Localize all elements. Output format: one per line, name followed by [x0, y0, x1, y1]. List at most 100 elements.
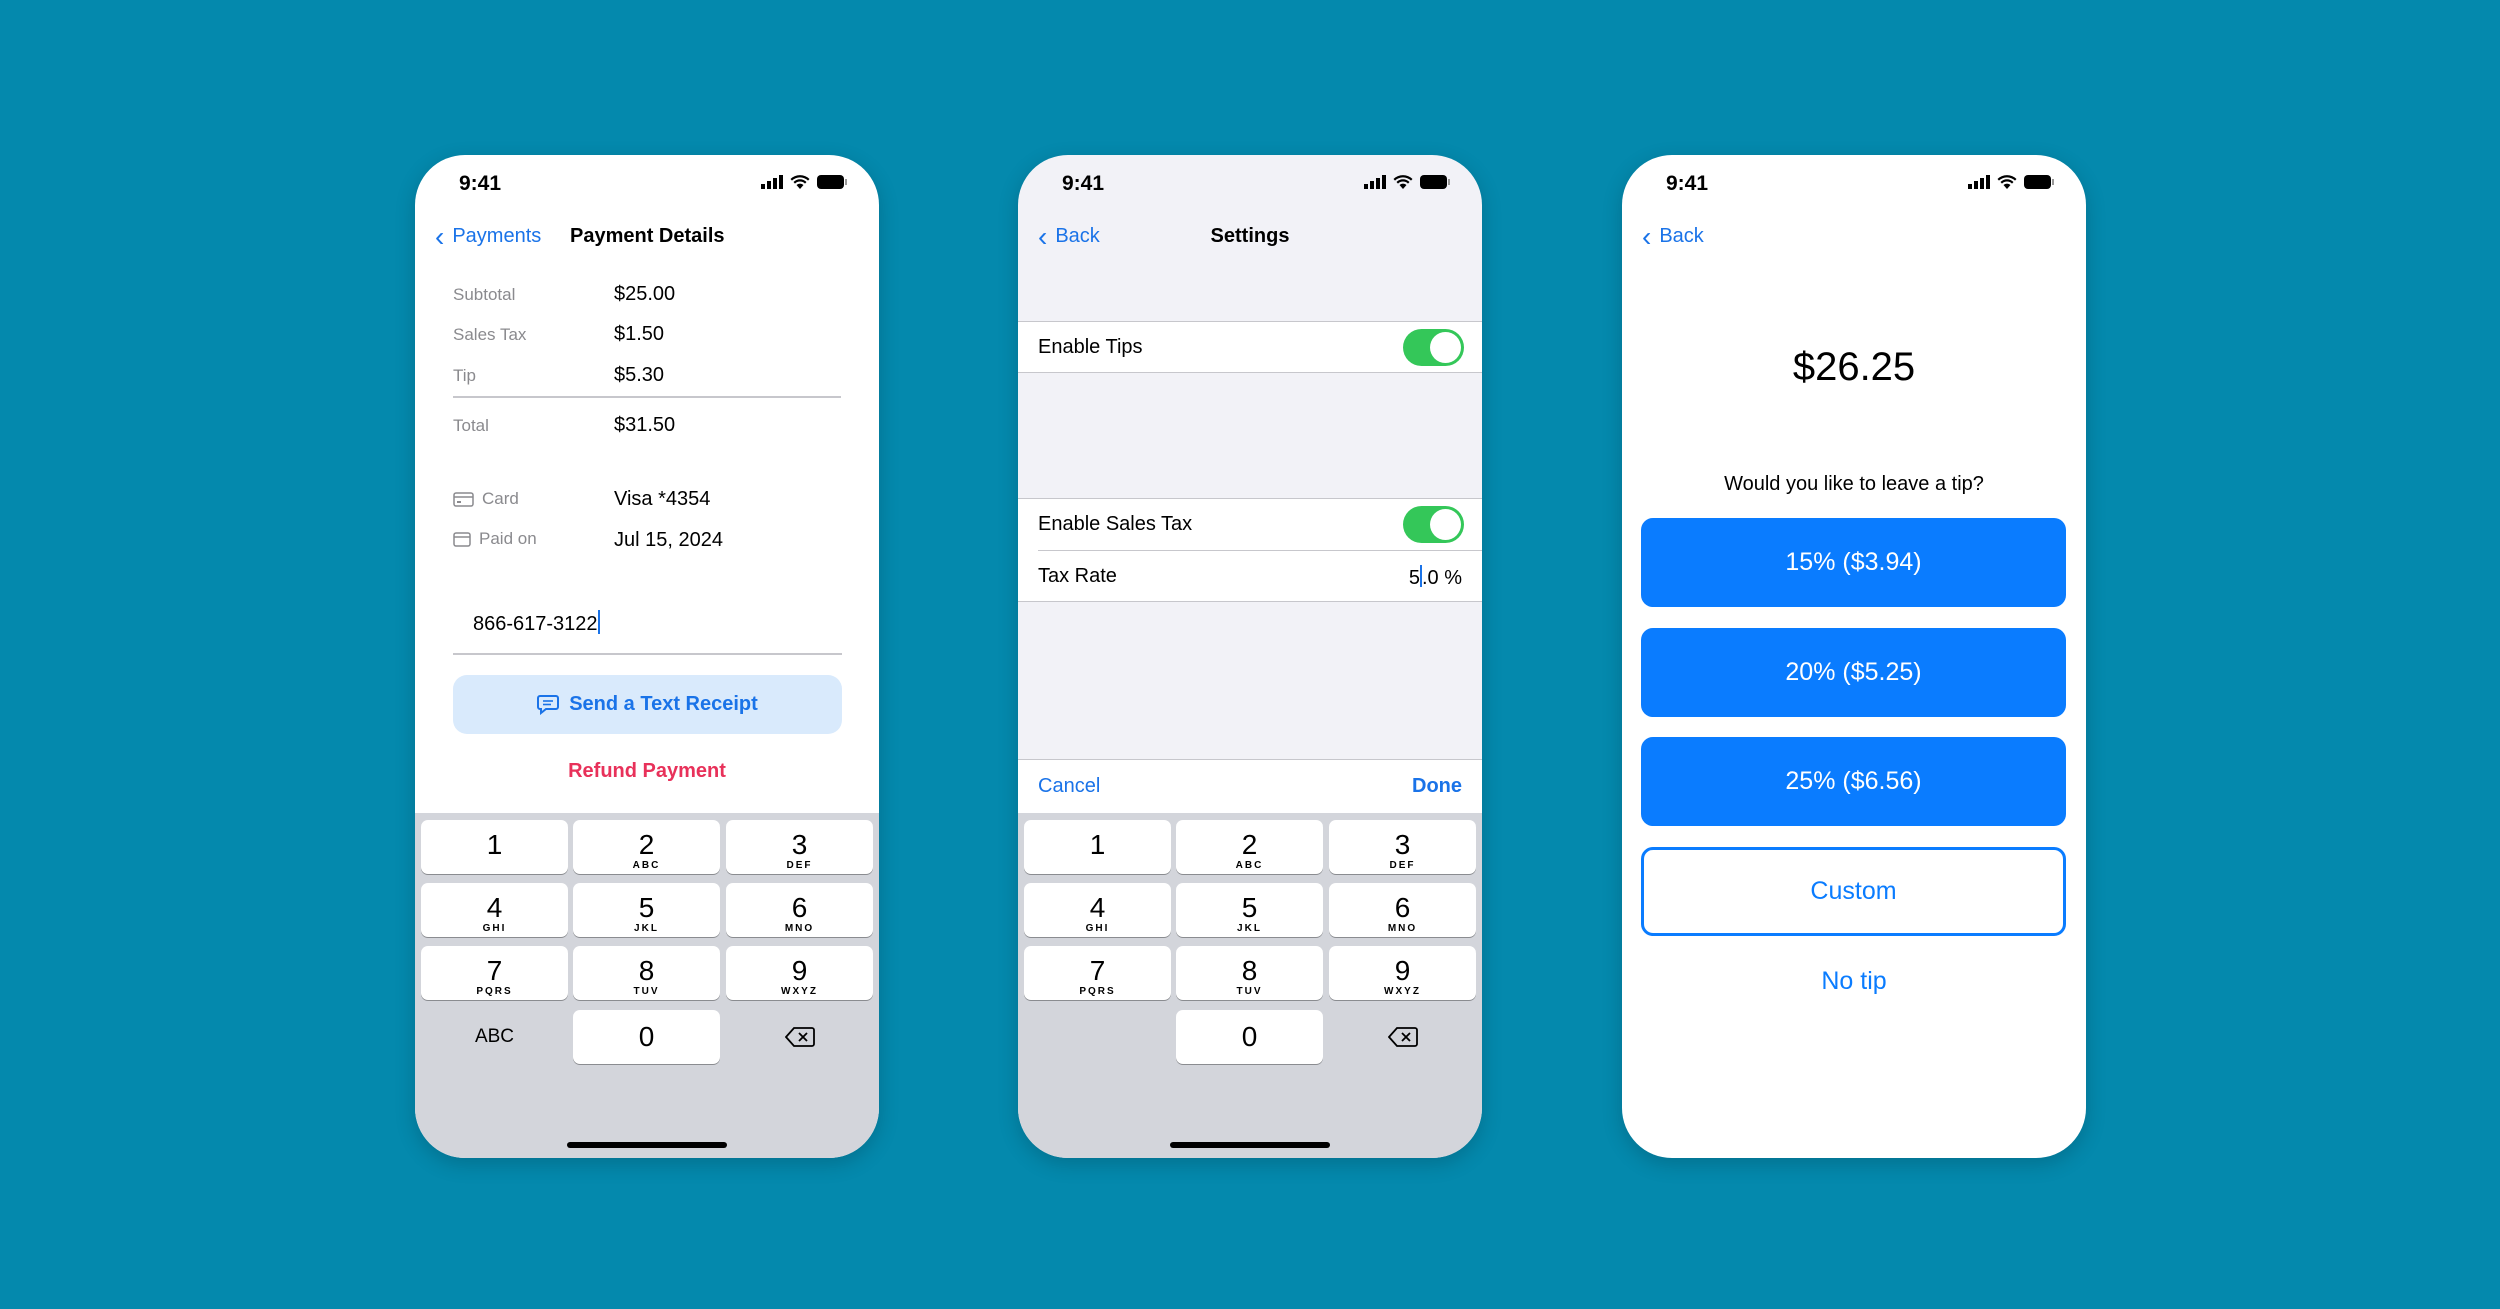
tip-20-button[interactable]: 20% ($5.25) — [1641, 628, 2066, 717]
enable-sales-tax-label: Enable Sales Tax — [1038, 513, 1193, 535]
calendar-icon — [453, 531, 471, 547]
tip-15-button[interactable]: 15% ($3.94) — [1641, 518, 2066, 607]
wifi-icon — [1997, 175, 2017, 189]
cancel-button[interactable]: Cancel — [1038, 775, 1100, 798]
key-digit: 8 — [638, 955, 655, 986]
key-letters: ABC — [1235, 860, 1264, 871]
key-digit: 2 — [638, 829, 655, 860]
cellular-signal-icon — [1364, 175, 1386, 189]
wifi-icon — [1393, 175, 1413, 189]
home-indicator — [567, 1142, 727, 1148]
key-letters: PQRS — [1079, 986, 1116, 997]
paid-on-label-text: Paid on — [479, 529, 537, 548]
key-3[interactable]: 3 DEF — [1329, 820, 1476, 874]
key-4[interactable]: 4 GHI — [421, 883, 568, 937]
back-button[interactable]: ‹ Back — [1642, 222, 1704, 250]
phone-number-input[interactable]: 866-617-3122 — [453, 610, 842, 655]
back-label: Back — [1659, 225, 1704, 247]
enable-tips-toggle[interactable] — [1403, 329, 1464, 366]
tip-label: Tip — [453, 366, 476, 385]
status-icons — [1968, 175, 2054, 189]
total-value: $31.50 — [614, 414, 676, 436]
enable-tips-label: Enable Tips — [1038, 336, 1143, 358]
cellular-signal-icon — [1968, 175, 1990, 189]
no-tip-button[interactable]: No tip — [1622, 967, 2086, 996]
paid-on-value: Jul 15, 2024 — [614, 529, 723, 551]
status-icons — [761, 175, 847, 189]
refund-payment-button[interactable]: Refund Payment — [415, 760, 879, 783]
key-digit: 4 — [1089, 892, 1106, 923]
cellular-signal-icon — [761, 175, 783, 189]
key-5[interactable]: 5 JKL — [573, 883, 720, 937]
key-letters: DEF — [1389, 860, 1416, 871]
tip-screen: 9:41 ‹ Back $26.25 Would you like to leav… — [1622, 155, 2086, 1158]
numeric-keypad: 1 2 ABC 3 DEF 4 GHI 5 JKL 6 MNO 7 PQRS 8 TUV 9 WXYZ 0 — [1018, 813, 1482, 1158]
key-letters: JKL — [634, 923, 659, 934]
status-time: 9:41 — [1666, 172, 1709, 195]
key-digit: 4 — [486, 892, 503, 923]
key-letters: WXYZ — [1384, 986, 1421, 997]
numeric-keypad: 1 2 ABC 3 DEF 4 GHI 5 JKL 6 MNO 7 PQRS 8 TUV 9 WXYZ 0 ABC — [415, 813, 879, 1158]
key-digit: 1 — [1089, 829, 1106, 860]
done-button[interactable]: Done — [1412, 775, 1462, 798]
key-digit: 6 — [791, 892, 808, 923]
key-5[interactable]: 5 JKL — [1176, 883, 1323, 937]
subtotal-value: $25.00 — [614, 283, 676, 305]
delete-key[interactable] — [1329, 1010, 1476, 1064]
key-1[interactable]: 1 — [421, 820, 568, 874]
settings-screen: 9:41 ‹ Back Settings Enable Tips Enable S… — [1018, 155, 1482, 1158]
key-digit: 3 — [1394, 829, 1411, 860]
key-letters: ABC — [632, 860, 661, 871]
key-0[interactable]: 0 — [1176, 1010, 1323, 1064]
battery-icon — [817, 175, 847, 189]
key-1[interactable]: 1 — [1024, 820, 1171, 874]
battery-icon — [2024, 175, 2054, 189]
delete-key[interactable] — [726, 1010, 873, 1064]
key-digit: 2 — [1241, 829, 1258, 860]
key-digit: 5 — [1241, 892, 1258, 923]
tax-rate-int: 5 — [1408, 567, 1420, 589]
wifi-icon — [790, 175, 810, 189]
abc-key[interactable]: ABC — [421, 1010, 568, 1064]
key-6[interactable]: 6 MNO — [1329, 883, 1476, 937]
key-3[interactable]: 3 DEF — [726, 820, 873, 874]
key-6[interactable]: 6 MNO — [726, 883, 873, 937]
sales-tax-label: Sales Tax — [453, 325, 527, 344]
key-letters: GHI — [1085, 923, 1110, 934]
key-letters: GHI — [482, 923, 507, 934]
key-letters: TUV — [1236, 986, 1263, 997]
paid-on-label: Paid on — [453, 529, 537, 549]
key-2[interactable]: 2 ABC — [1176, 820, 1323, 874]
key-letters: MNO — [1387, 923, 1418, 934]
key-7[interactable]: 7 PQRS — [421, 946, 568, 1000]
key-9[interactable]: 9 WXYZ — [1329, 946, 1476, 1000]
enable-sales-tax-toggle[interactable] — [1403, 506, 1464, 543]
key-9[interactable]: 9 WXYZ — [726, 946, 873, 1000]
key-letters: TUV — [633, 986, 660, 997]
key-7[interactable]: 7 PQRS — [1024, 946, 1171, 1000]
key-8[interactable]: 8 TUV — [573, 946, 720, 1000]
key-2[interactable]: 2 ABC — [573, 820, 720, 874]
tax-rate-input[interactable]: 5.0 % — [1409, 565, 1462, 590]
key-letters: JKL — [1237, 923, 1262, 934]
back-label: Payments — [452, 225, 542, 247]
custom-tip-button[interactable]: Custom — [1641, 847, 2066, 936]
subtotal-label: Subtotal — [453, 285, 516, 304]
key-digit: 1 — [486, 829, 503, 860]
back-button[interactable]: ‹ Payments — [435, 222, 542, 250]
tip-25-button[interactable]: 25% ($6.56) — [1641, 737, 2066, 826]
home-indicator — [1170, 1142, 1330, 1148]
divider — [1038, 550, 1482, 551]
key-8[interactable]: 8 TUV — [1176, 946, 1323, 1000]
keyboard-toolbar: Cancel Done — [1018, 759, 1482, 813]
message-icon — [537, 694, 560, 715]
divider — [453, 396, 841, 398]
payment-details-screen: 9:41 ‹ Payments Payment Details Subtotal … — [415, 155, 879, 1158]
total-label: Total — [453, 416, 489, 435]
send-text-receipt-button[interactable]: Send a Text Receipt — [453, 675, 842, 734]
key-0[interactable]: 0 — [573, 1010, 720, 1064]
key-4[interactable]: 4 GHI — [1024, 883, 1171, 937]
status-time: 9:41 — [459, 172, 502, 195]
sales-tax-section: Enable Sales Tax Tax Rate 5.0 % — [1018, 498, 1482, 602]
delete-backward-icon — [1387, 1027, 1418, 1047]
